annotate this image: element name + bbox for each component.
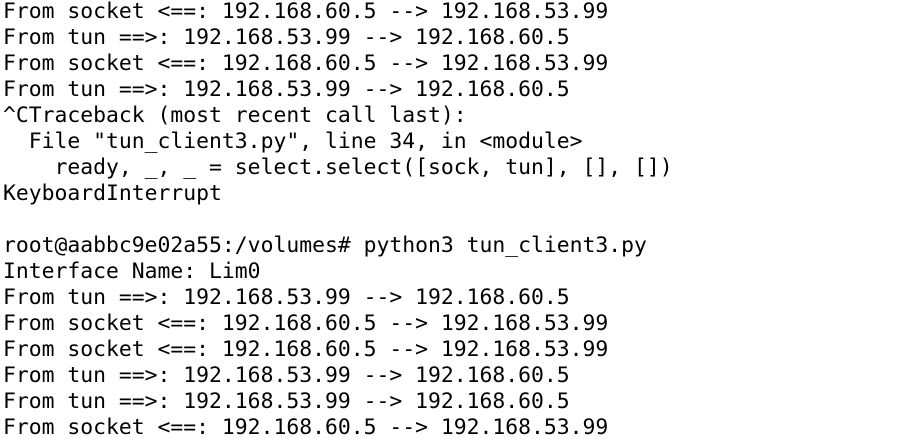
shell-prompt-command: root@aabbc9e02a55:/volumes# python3 tun_… — [3, 233, 647, 258]
traceback-file-line: File "tun_client3.py", line 34, in <modu… — [3, 129, 583, 154]
terminal-line: From socket <==: 192.168.60.5 --> 192.16… — [3, 337, 609, 362]
terminal-line: From socket <==: 192.168.60.5 --> 192.16… — [3, 51, 609, 76]
terminal-line: From tun ==>: 192.168.53.99 --> 192.168.… — [3, 363, 570, 388]
terminal-line: From tun ==>: 192.168.53.99 --> 192.168.… — [3, 389, 570, 414]
terminal-line: From tun ==>: 192.168.53.99 --> 192.168.… — [3, 77, 570, 102]
traceback-exception: KeyboardInterrupt — [3, 181, 222, 206]
terminal-line: From socket <==: 192.168.60.5 --> 192.16… — [3, 0, 609, 24]
terminal-output[interactable]: From socket <==: 192.168.60.5 --> 192.16… — [3, 0, 915, 439]
terminal-line: From tun ==>: 192.168.53.99 --> 192.168.… — [3, 25, 570, 50]
traceback-header: ^CTraceback (most recent call last): — [3, 103, 467, 128]
terminal-line: From socket <==: 192.168.60.5 --> 192.16… — [3, 311, 609, 336]
terminal-line: From tun ==>: 192.168.53.99 --> 192.168.… — [3, 285, 570, 310]
interface-name-line: Interface Name: Lim0 — [3, 259, 261, 284]
traceback-code-line: ready, _, _ = select.select([sock, tun],… — [3, 155, 673, 180]
terminal-line: From socket <==: 192.168.60.5 --> 192.16… — [3, 415, 609, 439]
